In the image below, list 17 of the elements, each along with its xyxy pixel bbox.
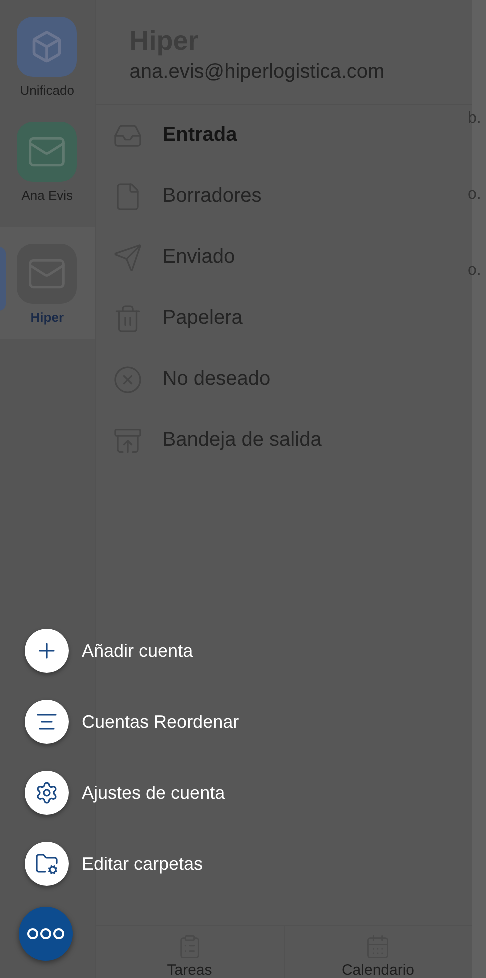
account-label: Unificado	[20, 83, 74, 98]
account-label: Hiper	[30, 310, 64, 325]
action-label: Añadir cuenta	[82, 640, 194, 662]
action-label: Cuentas Reordenar	[82, 712, 240, 732]
action-label: Editar carpetas	[82, 854, 204, 874]
folder-item[interactable]: Entrada	[96, 105, 472, 166]
three-dots-icon	[27, 927, 65, 941]
bottom-tab[interactable]: Calendario	[284, 926, 472, 978]
account-item[interactable]: Unificado	[0, 17, 95, 114]
tab-label: Tareas	[167, 962, 212, 978]
settings-icon	[35, 781, 59, 805]
account-item[interactable]: Hiper	[0, 227, 95, 339]
folder-gear-icon	[35, 852, 59, 876]
action-label: Ajustes de cuenta	[82, 782, 226, 804]
tab-label: Calendario	[342, 962, 415, 978]
bottom-tab[interactable]: Tareas	[95, 926, 284, 978]
folder-label: Entrada	[162, 124, 238, 147]
